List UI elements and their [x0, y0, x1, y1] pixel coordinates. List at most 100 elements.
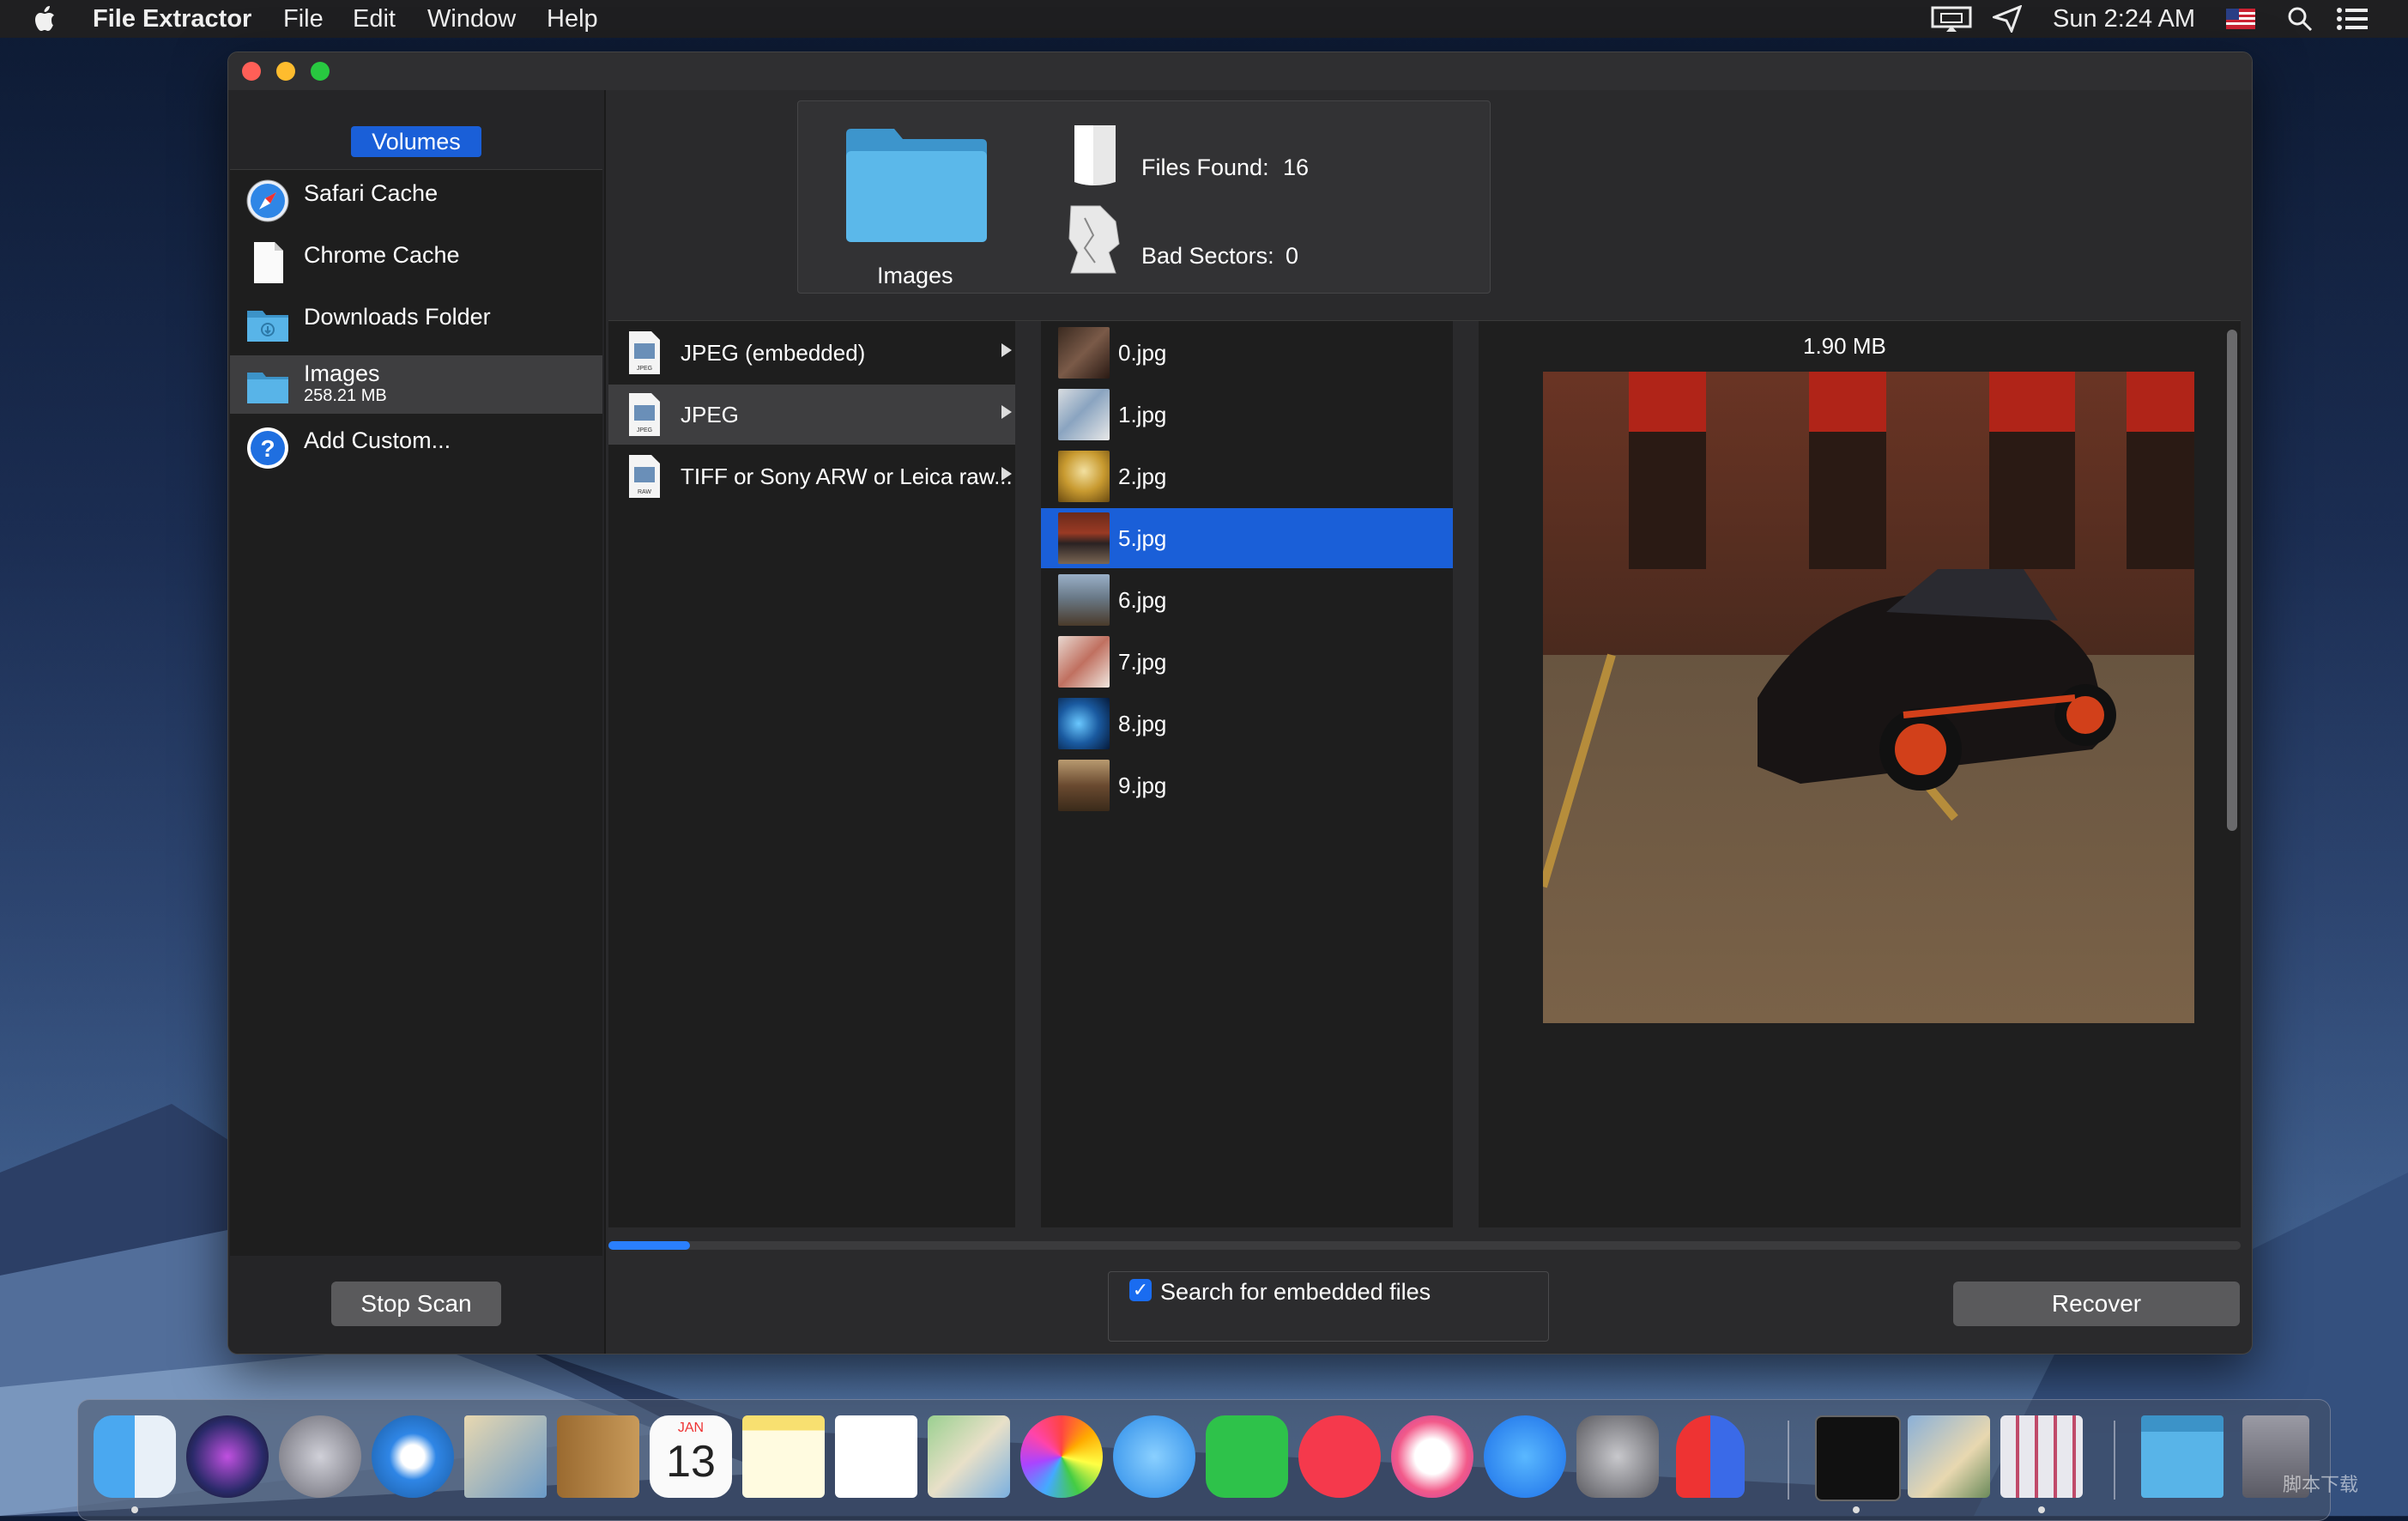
dock-separator [2114, 1421, 2115, 1500]
document-icon [254, 242, 283, 283]
help-icon: ? [247, 427, 288, 469]
news-icon[interactable] [1298, 1415, 1381, 1498]
siri-icon[interactable] [186, 1415, 269, 1498]
notification-center-icon[interactable] [2336, 5, 2369, 33]
preview-icon[interactable] [1908, 1415, 1990, 1498]
file-name: 7.jpg [1118, 649, 1167, 675]
sidebar-item-safari-cache[interactable]: Safari Cache [230, 170, 602, 228]
list-item[interactable]: 8.jpg [1041, 694, 1453, 754]
music-icon[interactable] [1391, 1415, 1473, 1498]
minimize-button[interactable] [276, 62, 295, 81]
sidebar-item-chrome-cache[interactable]: Chrome Cache [230, 232, 602, 290]
volumes-header: Volumes [351, 126, 481, 157]
image-thumbnail [1058, 760, 1110, 811]
raw-file-icon: RAW [629, 455, 660, 498]
type-column: JPEG JPEG (embedded) JPEG JPEG RAW TIFF … [608, 321, 1015, 1227]
zoom-button[interactable] [311, 62, 330, 81]
downloads-folder-icon[interactable] [2141, 1415, 2223, 1498]
sidebar-item-label: Chrome Cache [304, 242, 460, 268]
list-item[interactable]: 6.jpg [1041, 570, 1453, 630]
stop-scan-button[interactable]: Stop Scan [331, 1282, 501, 1326]
type-label: JPEG [681, 402, 739, 427]
scrollbar[interactable] [2227, 330, 2237, 831]
sidebar-item-downloads-folder[interactable]: Downloads Folder [230, 294, 602, 352]
files-column: 0.jpg 1.jpg 2.jpg 5.jpg 6.jpg 7.jpg 8.jp… [1041, 321, 1453, 1227]
title-bar[interactable] [228, 52, 2252, 90]
image-thumbnail [1058, 698, 1110, 749]
reminders-icon[interactable] [835, 1415, 917, 1498]
finder-icon[interactable] [94, 1415, 176, 1498]
type-label: TIFF or Sony ARW or Leica raw... [681, 464, 1013, 489]
flag-us-icon[interactable] [2226, 9, 2255, 29]
file-name: 6.jpg [1118, 587, 1167, 613]
menu-file[interactable]: File [283, 5, 324, 33]
file-extractor-icon[interactable] [2000, 1415, 2083, 1498]
list-item[interactable]: 1.jpg [1041, 385, 1453, 445]
menu-help[interactable]: Help [547, 5, 598, 33]
list-item[interactable]: JPEG JPEG (embedded) [608, 323, 1015, 383]
mail-icon[interactable] [464, 1415, 547, 1498]
volume-name: Images [877, 263, 953, 288]
photos-icon[interactable] [1020, 1415, 1103, 1498]
bad-sectors-value: 0 [1286, 243, 1299, 269]
location-icon[interactable] [1993, 5, 2022, 33]
contacts-icon[interactable] [557, 1415, 639, 1498]
image-thumbnail [1058, 327, 1110, 379]
embedded-files-checkbox[interactable]: ✓ [1129, 1279, 1152, 1301]
terminal-icon[interactable] [1815, 1415, 1901, 1501]
calendar-day: 13 [666, 1437, 716, 1487]
running-indicator [131, 1506, 138, 1513]
list-item[interactable]: JPEG JPEG [608, 385, 1015, 445]
sidebar-item-label: Images [304, 361, 380, 386]
watermark: 脚本下载 [2283, 1474, 2359, 1495]
drive-icon [1074, 125, 1116, 185]
dock-separator [1788, 1421, 1789, 1500]
folder-icon [247, 311, 288, 342]
menu-edit[interactable]: Edit [353, 5, 396, 33]
spotlight-search-icon[interactable] [2286, 5, 2314, 33]
folder-icon [247, 373, 288, 403]
image-preview [1543, 372, 2194, 1023]
app-store-icon[interactable] [1484, 1415, 1566, 1498]
column-divider[interactable] [1453, 321, 1479, 1227]
facetime-icon[interactable] [1206, 1415, 1288, 1498]
list-item[interactable]: 5.jpg [1041, 508, 1453, 568]
launchpad-icon[interactable] [279, 1415, 361, 1498]
app-window: Volumes Safari Cache Chrome Cache Downlo… [227, 52, 2253, 1354]
sidebar-item-images[interactable]: Images 258.21 MB [230, 355, 602, 414]
notes-icon[interactable] [742, 1415, 825, 1498]
files-found-label: Files Found: [1141, 155, 1269, 180]
sidebar: Volumes Safari Cache Chrome Cache Downlo… [228, 90, 606, 1354]
menu-window[interactable]: Window [427, 5, 516, 33]
sidebar-item-add-custom[interactable]: ? Add Custom... [230, 417, 602, 476]
dock: JAN 13 [77, 1399, 2331, 1521]
apple-menu-icon[interactable] [33, 3, 60, 34]
menu-app-name[interactable]: File Extractor [93, 5, 251, 33]
list-item[interactable]: 9.jpg [1041, 755, 1453, 815]
list-item[interactable]: 0.jpg [1041, 323, 1453, 383]
sidebar-item-label: Safari Cache [304, 180, 439, 206]
file-name: 5.jpg [1118, 525, 1167, 551]
recover-button[interactable]: Recover [1953, 1282, 2240, 1326]
calendar-icon[interactable]: JAN 13 [650, 1415, 732, 1498]
image-thumbnail [1058, 389, 1110, 440]
list-item[interactable]: 7.jpg [1041, 632, 1453, 692]
airplay-icon[interactable] [1931, 5, 1972, 33]
column-divider[interactable] [1015, 321, 1041, 1227]
volumes-list: Safari Cache Chrome Cache Downloads Fold… [230, 169, 602, 1256]
menu-clock[interactable]: Sun 2:24 AM [2053, 5, 2195, 33]
preview-file-size: 1.90 MB [1803, 333, 1886, 359]
safari-icon[interactable] [372, 1415, 454, 1498]
image-thumbnail [1058, 636, 1110, 688]
list-item[interactable]: 2.jpg [1041, 446, 1453, 506]
file-name: 8.jpg [1118, 711, 1167, 736]
magnet-icon[interactable] [1676, 1415, 1745, 1498]
maps-icon[interactable] [928, 1415, 1010, 1498]
system-preferences-icon[interactable] [1576, 1415, 1659, 1498]
scan-progress-bar [608, 1241, 2241, 1250]
close-button[interactable] [242, 62, 261, 81]
messages-icon[interactable] [1113, 1415, 1195, 1498]
jpeg-file-icon: JPEG [629, 393, 660, 436]
list-item[interactable]: RAW TIFF or Sony ARW or Leica raw... [608, 446, 1015, 506]
file-name: 1.jpg [1118, 402, 1167, 427]
